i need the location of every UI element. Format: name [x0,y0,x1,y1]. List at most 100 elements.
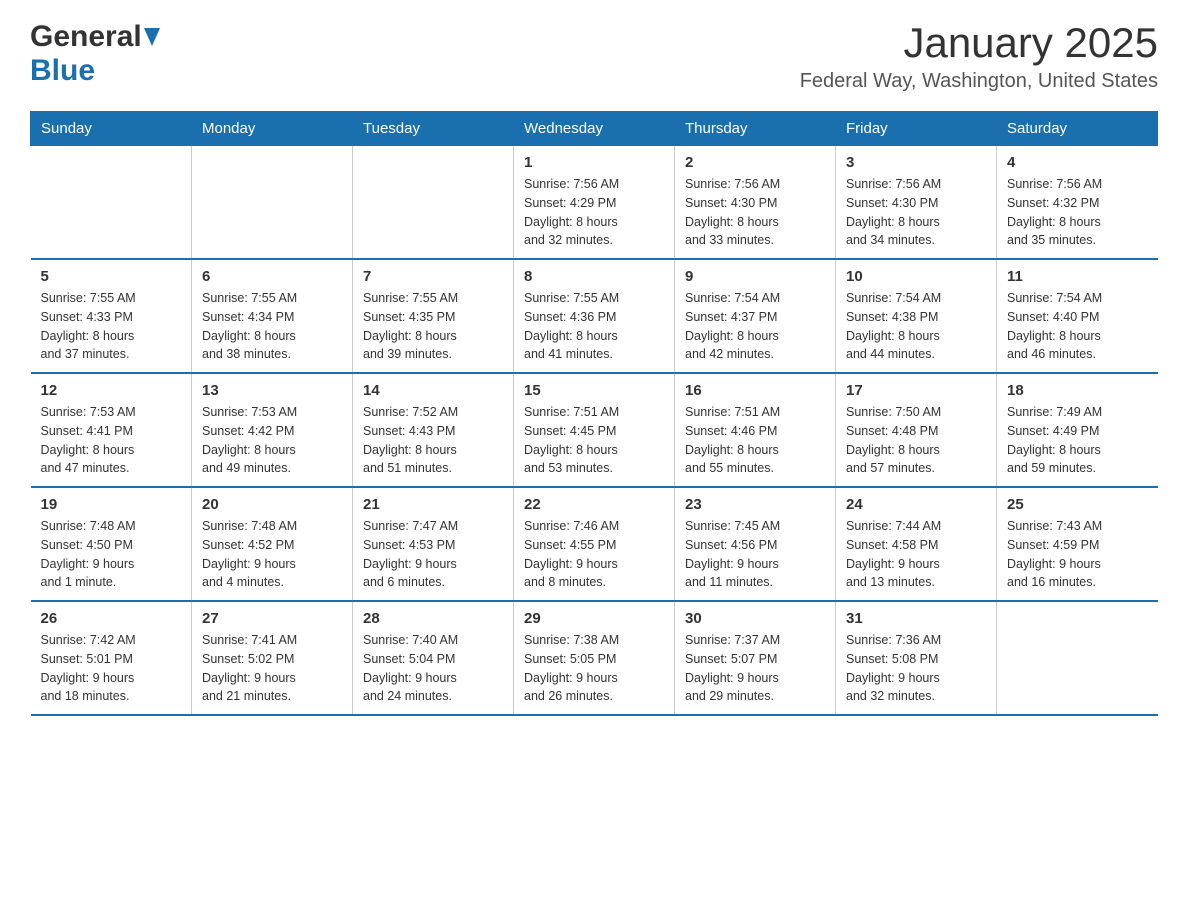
day-info: Sunrise: 7:54 AM Sunset: 4:37 PM Dayligh… [685,289,825,364]
day-info: Sunrise: 7:49 AM Sunset: 4:49 PM Dayligh… [1007,403,1148,478]
day-number: 10 [846,268,986,285]
calendar-cell: 31Sunrise: 7:36 AM Sunset: 5:08 PM Dayli… [836,601,997,715]
calendar-cell [353,146,514,260]
day-number: 14 [363,382,503,399]
day-number: 25 [1007,496,1148,513]
day-number: 4 [1007,154,1148,171]
calendar-week-row: 19 Sunrise: 7:48 AM Sunset: 4:50 PM Dayli… [31,487,1158,601]
calendar-cell: 10Sunrise: 7:54 AM Sunset: 4:38 PM Dayli… [836,259,997,373]
calendar-cell: 1 Sunrise: 7:56 AM Sunset: 4:29 PM Daylig… [514,146,675,260]
calendar-cell: 7Sunrise: 7:55 AM Sunset: 4:35 PM Daylig… [353,259,514,373]
day-number: 13 [202,382,342,399]
day-info: Sunrise: 7:38 AM Sunset: 5:05 PM Dayligh… [524,631,664,706]
day-info: Sunrise: 7:56 AM Sunset: 4:32 PM Dayligh… [1007,175,1148,250]
calendar-cell: 6Sunrise: 7:55 AM Sunset: 4:34 PM Daylig… [192,259,353,373]
day-info: Sunrise: 7:52 AM Sunset: 4:43 PM Dayligh… [363,403,503,478]
day-info: Sunrise: 7:41 AM Sunset: 5:02 PM Dayligh… [202,631,342,706]
day-number: 17 [846,382,986,399]
calendar-cell: 22 Sunrise: 7:46 AM Sunset: 4:55 PM Dayli… [514,487,675,601]
calendar-week-row: 12 Sunrise: 7:53 AM Sunset: 4:41 PM Dayli… [31,373,1158,487]
calendar-cell: 21 Sunrise: 7:47 AM Sunset: 4:53 PM Dayli… [353,487,514,601]
day-number: 5 [41,268,182,285]
calendar-header: SundayMondayTuesdayWednesdayThursdayFrid… [31,112,1158,146]
calendar-cell: 2 Sunrise: 7:56 AM Sunset: 4:30 PM Daylig… [675,146,836,260]
day-of-week-header: Friday [836,112,997,146]
calendar-cell: 15 Sunrise: 7:51 AM Sunset: 4:45 PM Dayli… [514,373,675,487]
day-number: 20 [202,496,342,513]
location-title: Federal Way, Washington, United States [800,70,1158,93]
calendar-week-row: 1 Sunrise: 7:56 AM Sunset: 4:29 PM Daylig… [31,146,1158,260]
calendar-cell: 23 Sunrise: 7:45 AM Sunset: 4:56 PM Dayli… [675,487,836,601]
calendar-cell [997,601,1158,715]
day-info: Sunrise: 7:37 AM Sunset: 5:07 PM Dayligh… [685,631,825,706]
day-of-week-header: Saturday [997,112,1158,146]
calendar-body: 1 Sunrise: 7:56 AM Sunset: 4:29 PM Daylig… [31,146,1158,716]
logo-blue-text: Blue [30,54,95,87]
calendar-cell [31,146,192,260]
day-number: 23 [685,496,825,513]
day-number: 26 [41,610,182,627]
day-number: 24 [846,496,986,513]
day-number: 30 [685,610,825,627]
day-number: 29 [524,610,664,627]
day-number: 19 [41,496,182,513]
title-area: January 2025 Federal Way, Washington, Un… [800,20,1158,93]
day-number: 15 [524,382,664,399]
calendar-cell: 17 Sunrise: 7:50 AM Sunset: 4:48 PM Dayli… [836,373,997,487]
calendar-cell: 26Sunrise: 7:42 AM Sunset: 5:01 PM Dayli… [31,601,192,715]
day-number: 21 [363,496,503,513]
calendar-cell: 14 Sunrise: 7:52 AM Sunset: 4:43 PM Dayli… [353,373,514,487]
day-number: 9 [685,268,825,285]
calendar-table: SundayMondayTuesdayWednesdayThursdayFrid… [30,111,1158,716]
day-info: Sunrise: 7:48 AM Sunset: 4:52 PM Dayligh… [202,517,342,592]
calendar-cell: 5 Sunrise: 7:55 AM Sunset: 4:33 PM Daylig… [31,259,192,373]
calendar-cell: 25 Sunrise: 7:43 AM Sunset: 4:59 PM Dayli… [997,487,1158,601]
day-number: 1 [524,154,664,171]
calendar-cell: 8Sunrise: 7:55 AM Sunset: 4:36 PM Daylig… [514,259,675,373]
day-info: Sunrise: 7:47 AM Sunset: 4:53 PM Dayligh… [363,517,503,592]
day-info: Sunrise: 7:56 AM Sunset: 4:29 PM Dayligh… [524,175,664,250]
day-info: Sunrise: 7:55 AM Sunset: 4:34 PM Dayligh… [202,289,342,364]
day-number: 22 [524,496,664,513]
day-number: 2 [685,154,825,171]
calendar-cell: 4 Sunrise: 7:56 AM Sunset: 4:32 PM Daylig… [997,146,1158,260]
day-of-week-header: Monday [192,112,353,146]
day-of-week-header: Thursday [675,112,836,146]
days-of-week-row: SundayMondayTuesdayWednesdayThursdayFrid… [31,112,1158,146]
day-of-week-header: Wednesday [514,112,675,146]
day-info: Sunrise: 7:55 AM Sunset: 4:36 PM Dayligh… [524,289,664,364]
header: General Blue January 2025 Federal Way, W… [30,20,1158,93]
calendar-cell: 30 Sunrise: 7:37 AM Sunset: 5:07 PM Dayli… [675,601,836,715]
day-info: Sunrise: 7:51 AM Sunset: 4:45 PM Dayligh… [524,403,664,478]
logo-general-text: General [30,20,142,54]
day-info: Sunrise: 7:55 AM Sunset: 4:35 PM Dayligh… [363,289,503,364]
day-number: 18 [1007,382,1148,399]
day-info: Sunrise: 7:51 AM Sunset: 4:46 PM Dayligh… [685,403,825,478]
day-info: Sunrise: 7:43 AM Sunset: 4:59 PM Dayligh… [1007,517,1148,592]
day-number: 3 [846,154,986,171]
calendar-cell: 28Sunrise: 7:40 AM Sunset: 5:04 PM Dayli… [353,601,514,715]
calendar-cell: 29 Sunrise: 7:38 AM Sunset: 5:05 PM Dayli… [514,601,675,715]
calendar-cell: 13 Sunrise: 7:53 AM Sunset: 4:42 PM Dayli… [192,373,353,487]
calendar-cell: 27Sunrise: 7:41 AM Sunset: 5:02 PM Dayli… [192,601,353,715]
calendar-week-row: 5 Sunrise: 7:55 AM Sunset: 4:33 PM Daylig… [31,259,1158,373]
day-number: 31 [846,610,986,627]
day-info: Sunrise: 7:53 AM Sunset: 4:42 PM Dayligh… [202,403,342,478]
day-info: Sunrise: 7:44 AM Sunset: 4:58 PM Dayligh… [846,517,986,592]
calendar-cell: 11Sunrise: 7:54 AM Sunset: 4:40 PM Dayli… [997,259,1158,373]
calendar-cell: 24 Sunrise: 7:44 AM Sunset: 4:58 PM Dayli… [836,487,997,601]
day-info: Sunrise: 7:56 AM Sunset: 4:30 PM Dayligh… [685,175,825,250]
day-info: Sunrise: 7:48 AM Sunset: 4:50 PM Dayligh… [41,517,182,592]
month-title: January 2025 [800,20,1158,66]
day-info: Sunrise: 7:50 AM Sunset: 4:48 PM Dayligh… [846,403,986,478]
calendar-cell [192,146,353,260]
day-info: Sunrise: 7:55 AM Sunset: 4:33 PM Dayligh… [41,289,182,364]
day-info: Sunrise: 7:46 AM Sunset: 4:55 PM Dayligh… [524,517,664,592]
day-info: Sunrise: 7:53 AM Sunset: 4:41 PM Dayligh… [41,403,182,478]
day-info: Sunrise: 7:40 AM Sunset: 5:04 PM Dayligh… [363,631,503,706]
day-info: Sunrise: 7:54 AM Sunset: 4:40 PM Dayligh… [1007,289,1148,364]
day-of-week-header: Sunday [31,112,192,146]
day-info: Sunrise: 7:45 AM Sunset: 4:56 PM Dayligh… [685,517,825,592]
calendar-cell: 16Sunrise: 7:51 AM Sunset: 4:46 PM Dayli… [675,373,836,487]
day-number: 12 [41,382,182,399]
